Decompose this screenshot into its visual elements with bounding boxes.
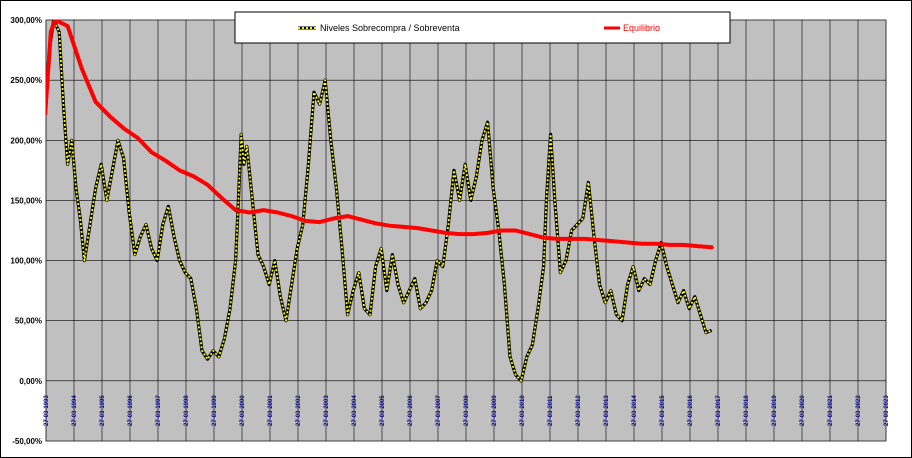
y-tick-label: 150,00%	[10, 196, 42, 205]
x-tick-label: 27-03-1999	[212, 395, 218, 426]
x-tick-label: 27-03-1998	[184, 395, 190, 426]
x-tick-label: 27-03-2019	[772, 395, 778, 426]
x-tick-label: 27-03-2021	[828, 395, 834, 426]
x-tick-label: 27-03-2015	[660, 395, 666, 426]
x-tick-label: 27-03-2007	[436, 395, 442, 426]
x-tick-label: 27-03-2006	[408, 395, 414, 426]
line-chart: 300,00% 250,00% 200,00% 150,00% 100,00% 50,00…	[0, 0, 912, 458]
x-tick-label: 27-03-2009	[492, 395, 498, 426]
x-tick-label: 27-03-2012	[576, 395, 582, 426]
x-tick-label: 27-03-2010	[520, 395, 526, 426]
x-tick-label: 27-03-2013	[604, 395, 610, 426]
x-tick-label: 27-03-2004	[352, 395, 358, 426]
x-tick-label: 27-03-2005	[380, 395, 386, 426]
x-tick-label: 27-03-2000	[240, 395, 246, 426]
x-tick-label: 27-03-1993	[44, 395, 50, 426]
y-tick-label: 250,00%	[10, 76, 42, 85]
x-tick-label: 27-03-2020	[800, 395, 806, 426]
x-tick-label: 27-03-2022	[856, 395, 862, 426]
x-tick-label: 27-03-1996	[128, 395, 134, 426]
x-tick-label: 27-03-2016	[688, 395, 694, 426]
x-tick-label: 27-03-2014	[632, 395, 638, 426]
y-tick-label: -50,00%	[12, 437, 42, 446]
x-tick-label: 27-03-1995	[100, 395, 106, 426]
y-tick-label: 300,00%	[10, 16, 42, 25]
x-tick-label: 27-03-2023	[884, 395, 890, 426]
y-tick-label: 50,00%	[15, 317, 42, 326]
x-tick-label: 27-03-2017	[716, 395, 722, 426]
x-tick-label: 27-03-1997	[156, 395, 162, 426]
legend-label-niveles: Niveles Sobrecompra / Sobreventa	[320, 23, 460, 33]
y-tick-label: 0,00%	[19, 377, 42, 386]
x-tick-label: 27-03-2018	[744, 395, 750, 426]
x-tick-label: 27-03-2001	[268, 395, 274, 426]
chart-container: 300,00% 250,00% 200,00% 150,00% 100,00% 50,00…	[0, 0, 912, 458]
x-tick-label: 27-03-2011	[548, 395, 554, 426]
x-tick-label: 27-03-2008	[464, 395, 470, 426]
x-tick-label: 27-03-2003	[324, 395, 330, 426]
legend-label-equilibrio: Equilibrio	[623, 23, 660, 33]
legend: Niveles Sobrecompra / Sobreventa Equilib…	[234, 11, 731, 44]
y-tick-label: 200,00%	[10, 136, 42, 145]
y-tick-label: 100,00%	[10, 257, 42, 266]
x-tick-label: 27-03-1994	[72, 395, 78, 426]
x-tick-label: 27-03-2002	[296, 395, 302, 426]
